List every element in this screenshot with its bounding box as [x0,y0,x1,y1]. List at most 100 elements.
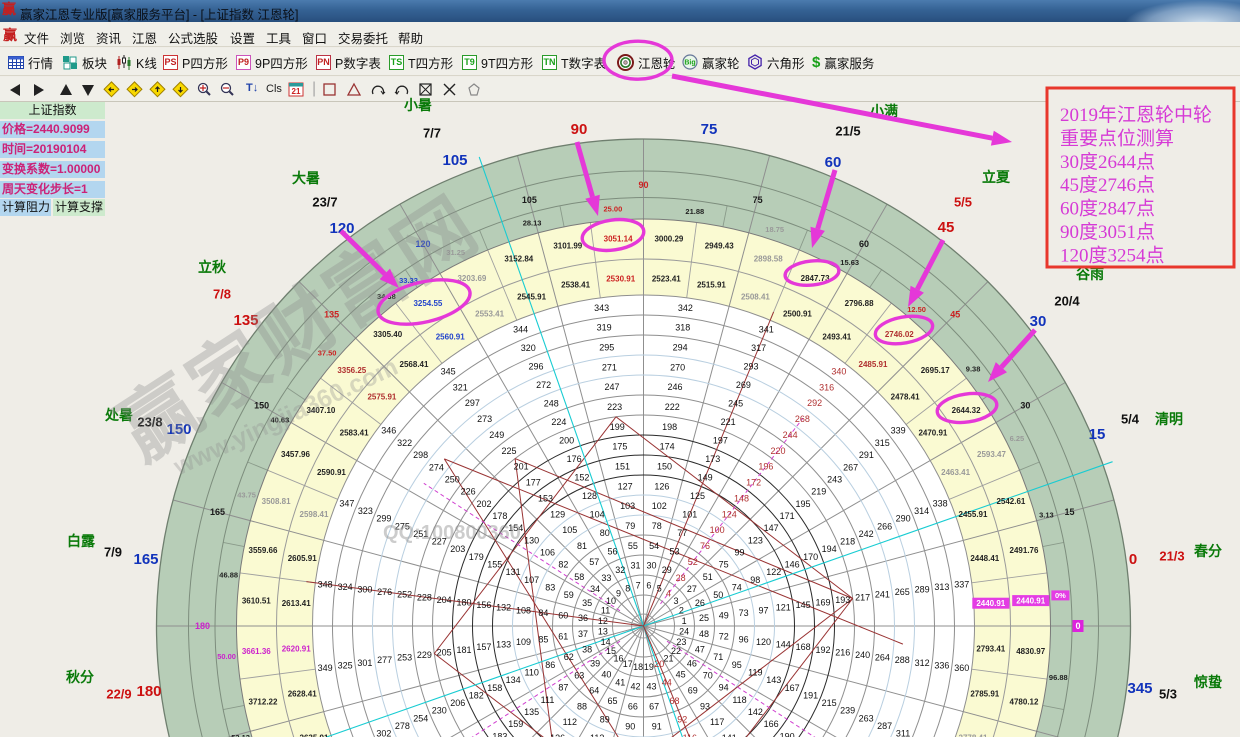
svg-text:2530.91: 2530.91 [606,275,635,284]
svg-text:337: 337 [954,579,969,589]
svg-text:QQ:100800360: QQ:100800360 [383,522,521,544]
svg-text:249: 249 [489,430,504,440]
svg-text:125: 125 [690,491,705,501]
svg-text:278: 278 [395,721,410,731]
svg-text:47: 47 [695,645,705,655]
svg-text:75: 75 [753,195,763,205]
svg-text:3661.36: 3661.36 [242,647,271,656]
svg-text:240: 240 [855,650,870,660]
svg-text:31: 31 [630,561,640,571]
svg-text:25: 25 [699,613,709,623]
svg-text:341: 341 [759,325,774,335]
svg-text:96.88: 96.88 [1049,673,1068,682]
svg-text:62: 62 [564,652,574,662]
svg-text:316: 316 [819,382,834,392]
svg-text:48: 48 [699,629,709,639]
svg-text:264: 264 [875,653,890,663]
svg-text:124: 124 [722,509,737,519]
svg-text:2491.76: 2491.76 [1010,546,1039,555]
svg-text:2644.32: 2644.32 [952,406,981,415]
svg-text:193: 193 [835,595,850,605]
svg-text:46: 46 [687,658,697,668]
svg-text:218: 218 [840,537,855,547]
svg-text:66: 66 [628,702,638,712]
svg-text:25.00: 25.00 [604,205,623,214]
svg-text:65: 65 [607,696,617,706]
svg-text:23/7: 23/7 [312,195,337,210]
svg-text:立夏: 立夏 [982,169,1011,185]
svg-text:312: 312 [915,658,930,668]
svg-text:340: 340 [831,367,846,377]
svg-text:239: 239 [840,706,855,716]
svg-text:23: 23 [676,637,686,647]
svg-text:71: 71 [713,652,723,662]
svg-text:247: 247 [604,382,619,392]
svg-text:3712.22: 3712.22 [249,698,278,707]
svg-text:30: 30 [1020,401,1030,411]
svg-text:181: 181 [456,645,471,655]
svg-text:113: 113 [590,733,604,737]
svg-text:18.75: 18.75 [765,225,784,234]
svg-text:21.88: 21.88 [685,207,704,216]
svg-text:20/4: 20/4 [1054,294,1080,309]
svg-text:219: 219 [811,487,826,497]
svg-text:43: 43 [646,682,656,692]
svg-text:267: 267 [843,462,858,472]
svg-text:300: 300 [357,585,372,595]
svg-text:立秋: 立秋 [198,259,227,275]
svg-text:9: 9 [616,589,621,599]
svg-text:2628.41: 2628.41 [288,690,317,699]
svg-text:215: 215 [822,698,837,708]
svg-text:80: 80 [600,528,610,538]
svg-text:102: 102 [652,501,667,511]
svg-text:217: 217 [855,592,870,602]
svg-text:53: 53 [669,546,679,556]
svg-text:2746.02: 2746.02 [885,330,914,339]
svg-text:4830.97: 4830.97 [1016,647,1045,656]
svg-text:142: 142 [748,707,763,717]
svg-text:294: 294 [673,343,688,353]
svg-text:2593.47: 2593.47 [977,450,1006,459]
svg-text:5/3: 5/3 [1159,687,1177,702]
svg-text:224: 224 [551,417,566,427]
svg-text:220: 220 [770,446,785,456]
svg-text:314: 314 [914,506,929,516]
svg-text:221: 221 [721,417,736,427]
svg-text:12.50: 12.50 [907,305,926,314]
svg-text:324: 324 [338,582,353,592]
svg-text:2500.91: 2500.91 [783,310,812,319]
svg-text:246: 246 [667,382,682,392]
svg-text:173: 173 [705,454,720,464]
svg-text:27: 27 [687,584,697,594]
svg-text:228: 228 [417,592,432,602]
svg-text:2568.41: 2568.41 [400,360,429,369]
svg-text:127: 127 [618,481,633,491]
svg-text:26: 26 [695,598,705,608]
svg-text:34: 34 [590,584,600,594]
svg-text:44: 44 [662,678,672,688]
svg-text:大暑: 大暑 [292,170,320,186]
svg-text:60度2847点: 60度2847点 [1060,198,1155,220]
svg-text:323: 323 [358,506,373,516]
svg-text:91: 91 [652,721,662,731]
svg-text:12: 12 [598,616,608,626]
svg-text:302: 302 [376,729,391,737]
svg-text:225: 225 [501,446,516,456]
svg-text:191: 191 [803,690,818,700]
svg-text:175: 175 [612,442,627,452]
svg-text:2605.91: 2605.91 [288,554,317,563]
svg-text:165: 165 [210,507,225,517]
svg-text:90: 90 [638,180,648,190]
svg-text:345: 345 [441,367,456,377]
svg-text:174: 174 [660,442,675,452]
svg-text:5: 5 [657,583,662,593]
svg-text:250: 250 [445,474,460,484]
svg-text:143: 143 [766,675,781,685]
svg-text:190: 190 [780,731,795,737]
svg-text:158: 158 [487,683,502,693]
svg-text:180: 180 [195,621,210,631]
svg-text:132: 132 [496,603,511,613]
svg-text:6: 6 [646,581,651,591]
svg-text:121: 121 [776,603,791,613]
svg-text:195: 195 [795,499,810,509]
